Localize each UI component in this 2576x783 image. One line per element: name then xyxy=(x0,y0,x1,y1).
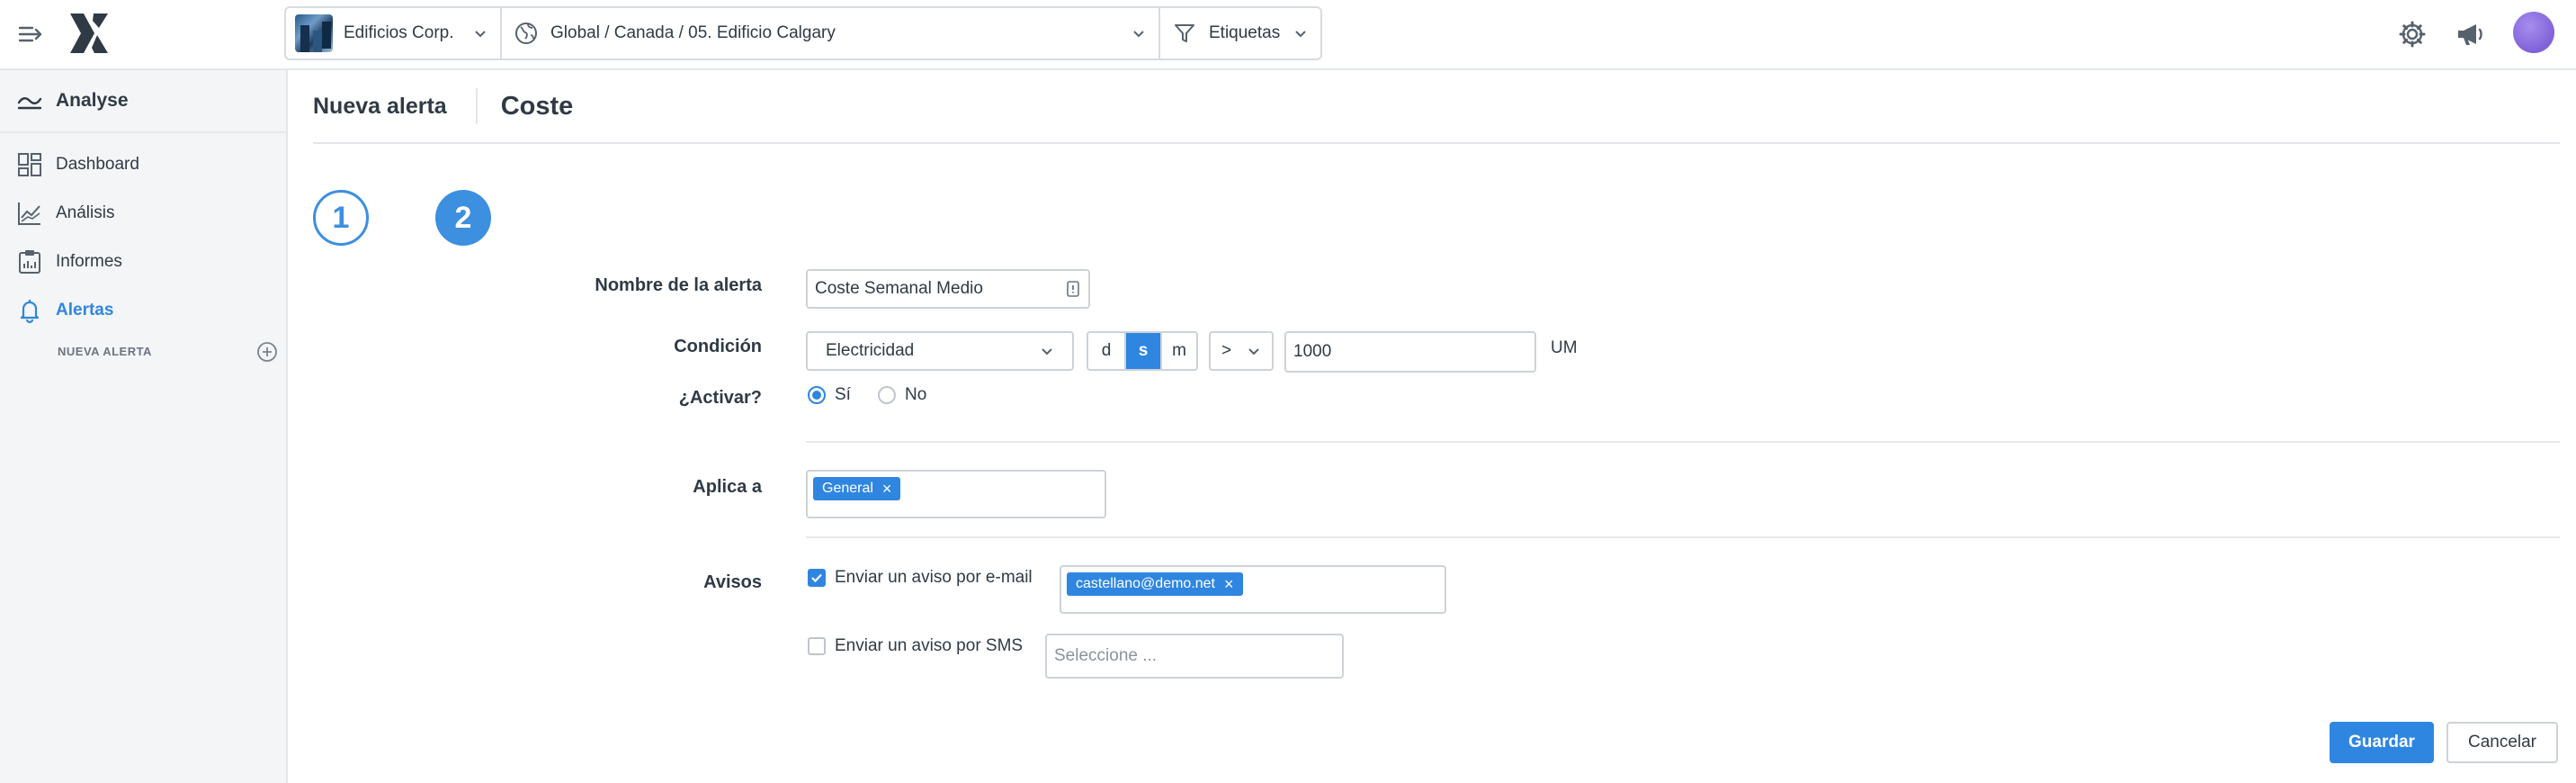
company-selector[interactable]: Edificios Corp. xyxy=(286,8,500,58)
applies-label: Aplica a xyxy=(693,477,762,497)
alert-name-value: Coste Semanal Medio xyxy=(815,279,983,298)
alert-name-label: Nombre de la alerta xyxy=(595,275,762,295)
chart-line-icon xyxy=(18,202,40,225)
period-toggle: d s m xyxy=(1087,331,1198,371)
filter-icon xyxy=(1175,24,1194,42)
applies-tag-input[interactable]: General × xyxy=(806,470,1106,518)
unit-label: UM xyxy=(1551,338,1578,357)
logo-icon[interactable] xyxy=(67,11,112,56)
context-selector: Edificios Corp. Global / Canada / 05. Ed… xyxy=(284,6,1322,60)
megaphone-icon[interactable] xyxy=(2454,18,2486,50)
notices-label: Avisos xyxy=(703,572,762,592)
threshold-input[interactable]: 1000 xyxy=(1284,331,1536,373)
period-week-button[interactable]: s xyxy=(1124,333,1160,369)
checkbox-box xyxy=(808,637,826,655)
location-selector[interactable]: Global / Canada / 05. Edificio Calgary xyxy=(500,8,1158,58)
radio-dot xyxy=(808,386,826,404)
sidebar-item-label: Informes xyxy=(56,252,122,271)
email-notice-checkbox[interactable]: Enviar un aviso por e-mail xyxy=(808,568,1033,588)
period-day-button[interactable]: d xyxy=(1088,333,1124,369)
threshold-value: 1000 xyxy=(1293,342,1332,361)
main-content: Nueva alerta Coste 1 2 Nombre de la aler… xyxy=(313,70,2560,783)
activate-no-label: No xyxy=(905,385,927,404)
applies-tag-label: General xyxy=(822,481,873,496)
radio-dot xyxy=(878,386,896,404)
sidebar-item-dashboard[interactable]: Dashboard xyxy=(0,140,286,189)
check-icon xyxy=(811,573,822,583)
operator-value: > xyxy=(1221,341,1232,360)
chevron-down-icon xyxy=(1133,31,1144,38)
sidebar-section-analyse[interactable]: Analyse xyxy=(0,70,286,133)
step-2[interactable]: 2 xyxy=(435,190,491,246)
sidebar-item-label: Dashboard xyxy=(56,155,139,174)
page-pretitle: Nueva alerta xyxy=(313,88,478,124)
sidebar-item-label: Análisis xyxy=(56,203,115,222)
sidebar-subitem-nueva-alerta[interactable]: NUEVA ALERTA xyxy=(0,335,286,367)
operator-select[interactable]: > xyxy=(1209,331,1274,371)
condition-select[interactable]: Electricidad xyxy=(806,331,1074,371)
sms-recipients-select[interactable]: Seleccione ... xyxy=(1045,634,1344,679)
page-header: Nueva alerta Coste xyxy=(313,70,2560,144)
chevron-down-icon xyxy=(1042,348,1052,356)
activate-label: ¿Activar? xyxy=(678,388,762,408)
company-thumbnail xyxy=(295,14,333,52)
sidebar: Analyse Dashboard Análisis Informes Aler… xyxy=(0,70,288,783)
top-bar: Edificios Corp. Global / Canada / 05. Ed… xyxy=(0,0,2576,70)
page-title: Coste xyxy=(500,91,574,121)
applies-tag[interactable]: General × xyxy=(813,477,901,500)
email-tag[interactable]: castellano@demo.net × xyxy=(1067,572,1243,596)
checkbox-box xyxy=(808,569,826,587)
activate-no-radio[interactable]: No xyxy=(878,385,926,405)
globe-icon xyxy=(515,22,537,44)
sidebar-section-label: Analyse xyxy=(56,90,129,111)
sidebar-item-label: Alertas xyxy=(56,301,114,320)
divider xyxy=(806,536,2560,538)
email-recipients-input[interactable]: castellano@demo.net × xyxy=(1060,565,1446,614)
menu-collapse-icon[interactable] xyxy=(16,20,45,49)
dashboard-icon xyxy=(18,153,41,176)
tags-label: Etiquetas xyxy=(1209,23,1281,42)
close-icon[interactable]: × xyxy=(1224,576,1234,592)
sms-placeholder: Seleccione ... xyxy=(1054,646,1158,665)
condition-label: Condición xyxy=(674,337,762,356)
activate-yes-radio[interactable]: Sí xyxy=(808,385,851,405)
cancel-button[interactable]: Cancelar xyxy=(2446,722,2558,763)
divider xyxy=(806,441,2560,443)
sidebar-subitem-label: NUEVA ALERTA xyxy=(58,344,152,358)
step-1[interactable]: 1 xyxy=(313,190,369,246)
sms-notice-checkbox[interactable]: Enviar un aviso por SMS xyxy=(808,636,1023,656)
text-info-icon xyxy=(1067,281,1079,297)
sidebar-item-alertas[interactable]: Alertas xyxy=(0,286,286,335)
bell-icon xyxy=(20,300,40,324)
location-label: Global / Canada / 05. Edificio Calgary xyxy=(550,23,836,42)
email-notice-label: Enviar un aviso por e-mail xyxy=(835,568,1033,587)
clipboard-icon xyxy=(19,250,40,274)
chevron-down-icon xyxy=(475,31,486,38)
activate-yes-label: Sí xyxy=(835,385,851,404)
analyse-icon xyxy=(17,97,42,110)
user-avatar[interactable] xyxy=(2513,12,2554,53)
sms-notice-label: Enviar un aviso por SMS xyxy=(835,636,1024,655)
chevron-down-icon xyxy=(1295,31,1306,38)
plus-circle-icon[interactable] xyxy=(256,341,278,363)
tags-selector[interactable]: Etiquetas xyxy=(1158,8,1320,58)
gear-icon[interactable] xyxy=(2396,18,2428,50)
condition-select-value: Electricidad xyxy=(826,341,915,360)
sidebar-item-informes[interactable]: Informes xyxy=(0,238,286,286)
alert-name-field[interactable]: Coste Semanal Medio xyxy=(806,269,1090,309)
sidebar-item-analisis[interactable]: Análisis xyxy=(0,189,286,238)
period-month-button[interactable]: m xyxy=(1160,333,1196,369)
close-icon[interactable]: × xyxy=(882,481,892,497)
save-button[interactable]: Guardar xyxy=(2330,722,2434,763)
email-tag-label: castellano@demo.net xyxy=(1076,576,1215,591)
chevron-down-icon xyxy=(1248,348,1259,356)
company-label: Edificios Corp. xyxy=(344,23,454,42)
